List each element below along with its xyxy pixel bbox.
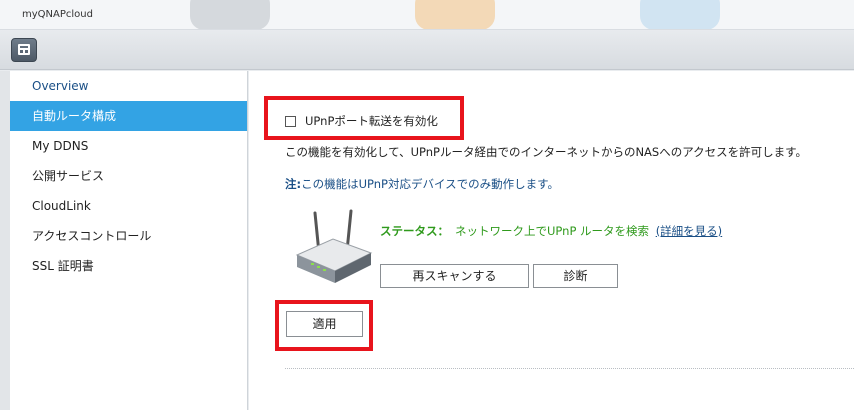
window-title: myQNAPcloud — [22, 9, 93, 20]
layout-toggle-button[interactable] — [11, 38, 37, 62]
left-gutter — [0, 71, 10, 410]
sidebar-item-ssl-certificate[interactable]: SSL 証明書 — [10, 251, 247, 281]
router-icon — [295, 209, 373, 283]
upnp-checkbox[interactable] — [285, 115, 296, 127]
background-app-icon — [190, 0, 270, 29]
rescan-button[interactable]: 再スキャンする — [380, 264, 529, 288]
note-text: この機能はUPnP対応デバイスでのみ動作します。 — [301, 177, 559, 191]
app-window: myQNAPcloud Overview 自動ルータ構成 My DDNS 公開サ… — [0, 0, 854, 410]
note-prefix: 注: — [285, 177, 302, 191]
sidebar: Overview 自動ルータ構成 My DDNS 公開サービス CloudLin… — [10, 71, 248, 410]
toolbar — [0, 30, 854, 70]
upnp-port-forwarding-option[interactable]: UPnPポート転送を有効化 — [285, 113, 438, 129]
window-layout-icon — [18, 44, 30, 55]
title-bar: myQNAPcloud — [0, 0, 854, 30]
main-panel: UPnPポート転送を有効化 この機能を有効化して、UPnPルータ経由でのインター… — [249, 71, 854, 410]
background-app-icon — [415, 0, 495, 29]
background-app-icon — [640, 0, 720, 29]
feature-description: この機能を有効化して、UPnPルータ経由でのインターネットからのNASへのアクセ… — [285, 145, 807, 159]
sidebar-item-access-control[interactable]: アクセスコントロール — [10, 221, 247, 251]
status-value: ネットワーク上でUPnP ルータを検索 — [455, 224, 650, 238]
diagnose-button[interactable]: 診断 — [533, 264, 618, 288]
details-link[interactable]: (詳細を見る) — [656, 224, 722, 238]
apply-button[interactable]: 適用 — [286, 311, 363, 337]
sidebar-item-auto-router-config[interactable]: 自動ルータ構成 — [10, 101, 247, 131]
sidebar-item-overview[interactable]: Overview — [10, 71, 247, 101]
upnp-checkbox-label: UPnPポート転送を有効化 — [305, 114, 438, 128]
upnp-note: 注:この機能はUPnP対応デバイスでのみ動作します。 — [285, 176, 559, 192]
section-divider — [285, 368, 854, 369]
sidebar-item-cloudlink[interactable]: CloudLink — [10, 191, 247, 221]
upnp-status: ステータス： ネットワーク上でUPnP ルータを検索 (詳細を見る) — [380, 223, 722, 239]
sidebar-item-my-ddns[interactable]: My DDNS — [10, 131, 247, 161]
status-label: ステータス： — [380, 224, 449, 238]
sidebar-item-published-services[interactable]: 公開サービス — [10, 161, 247, 191]
